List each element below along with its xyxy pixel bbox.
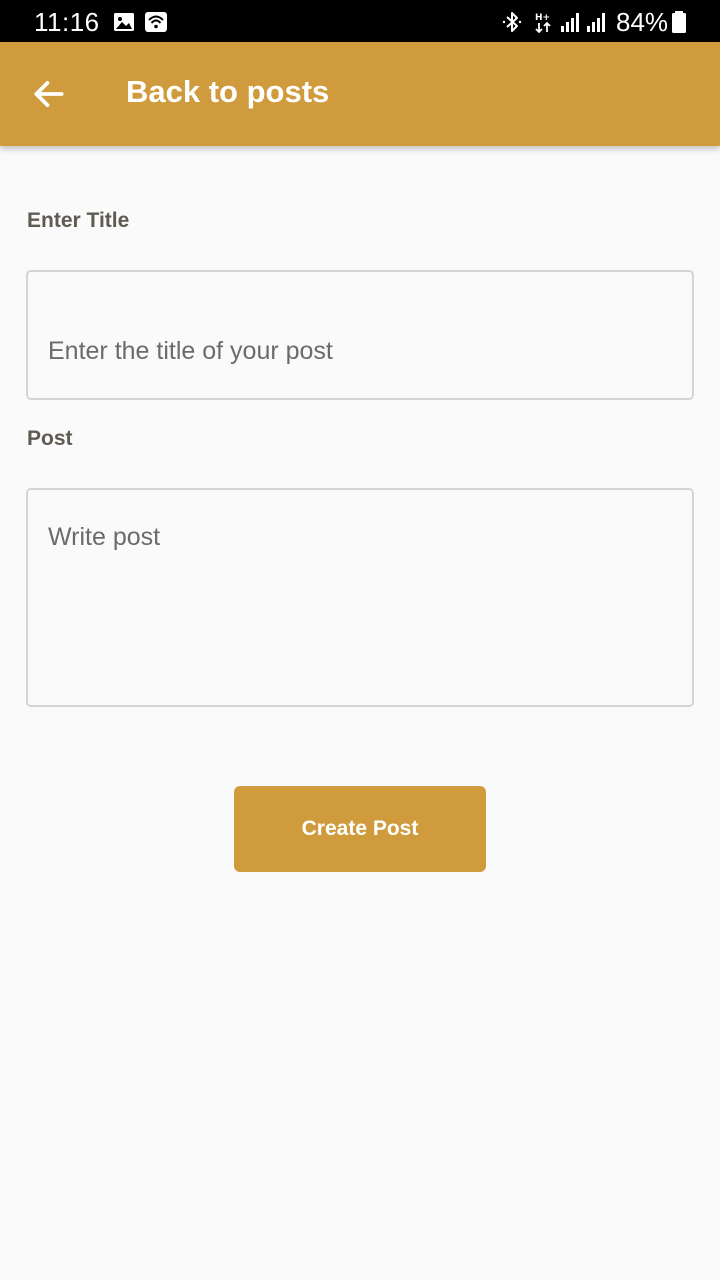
arrow-back-icon[interactable] — [30, 75, 68, 113]
wifi-icon — [145, 12, 167, 32]
signal-icon-2 — [587, 13, 605, 32]
title-label: Enter Title — [27, 209, 130, 232]
page-title[interactable]: Back to posts — [126, 72, 329, 112]
status-time: 11:16 — [34, 7, 100, 37]
image-icon — [114, 13, 134, 31]
signal-icon — [561, 13, 579, 32]
battery-percent: 84% — [616, 7, 669, 37]
svg-text:H+: H+ — [535, 13, 550, 23]
app-bar: Back to posts — [0, 42, 720, 146]
post-textarea[interactable] — [26, 488, 694, 707]
status-bar: 11:16 H+ 84% — [0, 0, 720, 42]
title-input[interactable] — [26, 270, 694, 400]
post-label: Post — [27, 427, 73, 450]
create-post-button[interactable]: Create Post — [234, 786, 486, 872]
battery-icon — [672, 11, 686, 33]
bluetooth-icon — [502, 12, 522, 32]
hplus-data-icon: H+ — [535, 13, 551, 34]
